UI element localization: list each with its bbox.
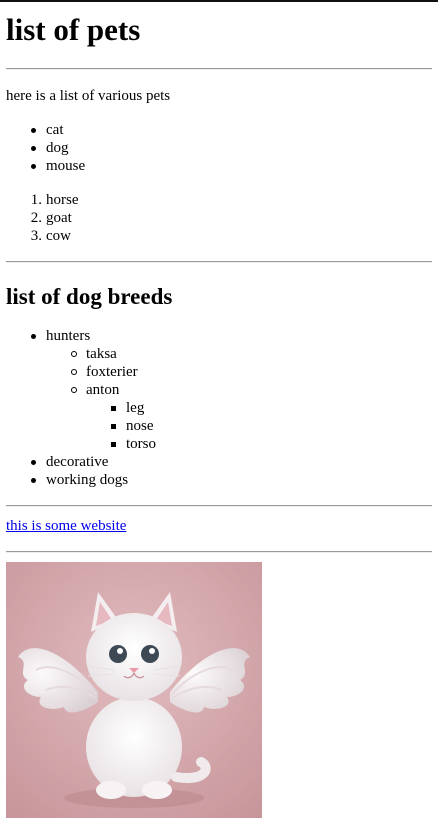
list-item-anton: anton leg nose torso (71, 381, 432, 453)
intro-text: here is a list of various pets (6, 88, 171, 104)
list-item: 2. goat (31, 209, 432, 227)
list-item-label: horse (46, 192, 79, 208)
list-item: 1. horse (31, 191, 432, 209)
list-item: foxterier (71, 363, 432, 381)
list-item: nose (111, 417, 432, 435)
kitten-with-wings-illustration (6, 562, 262, 818)
list-item: mouse (31, 157, 432, 175)
anton-sublist: leg nose torso (111, 399, 432, 453)
pets-unordered-list: cat dog mouse (31, 121, 432, 175)
list-item-label: hunters (46, 328, 91, 344)
breeds-heading: list of dog breeds (6, 284, 173, 309)
divider (6, 505, 432, 507)
list-item: dog (31, 139, 432, 157)
list-item: 3. cow (31, 227, 432, 245)
link-paragraph: this is some website (6, 517, 432, 535)
list-number: 2. (30, 210, 42, 226)
cat-image (6, 562, 262, 818)
list-item: decorative (31, 453, 432, 471)
website-link[interactable]: this is some website (6, 518, 126, 534)
list-item: taksa (71, 345, 432, 363)
divider (6, 68, 432, 70)
list-number: 1. (30, 192, 42, 208)
list-item: working dogs (31, 471, 432, 489)
page-title: list of pets (6, 12, 141, 47)
list-number: 3. (30, 228, 42, 244)
hunters-sublist: taksa foxterier anton leg nose torso (71, 345, 432, 453)
page: list of pets here is a list of various p… (0, 12, 438, 818)
breeds-list: hunters taksa foxterier anton leg nose t… (31, 327, 432, 489)
list-item-label: cow (46, 228, 71, 244)
list-item-label: goat (46, 210, 72, 226)
divider (6, 551, 432, 553)
pets-ordered-list: 1. horse 2. goat 3. cow (31, 191, 432, 245)
list-item-hunters: hunters taksa foxterier anton leg nose t… (31, 327, 432, 453)
list-item-label: anton (86, 382, 120, 398)
list-item: torso (111, 435, 432, 453)
divider (6, 261, 432, 263)
list-item: leg (111, 399, 432, 417)
list-item: cat (31, 121, 432, 139)
